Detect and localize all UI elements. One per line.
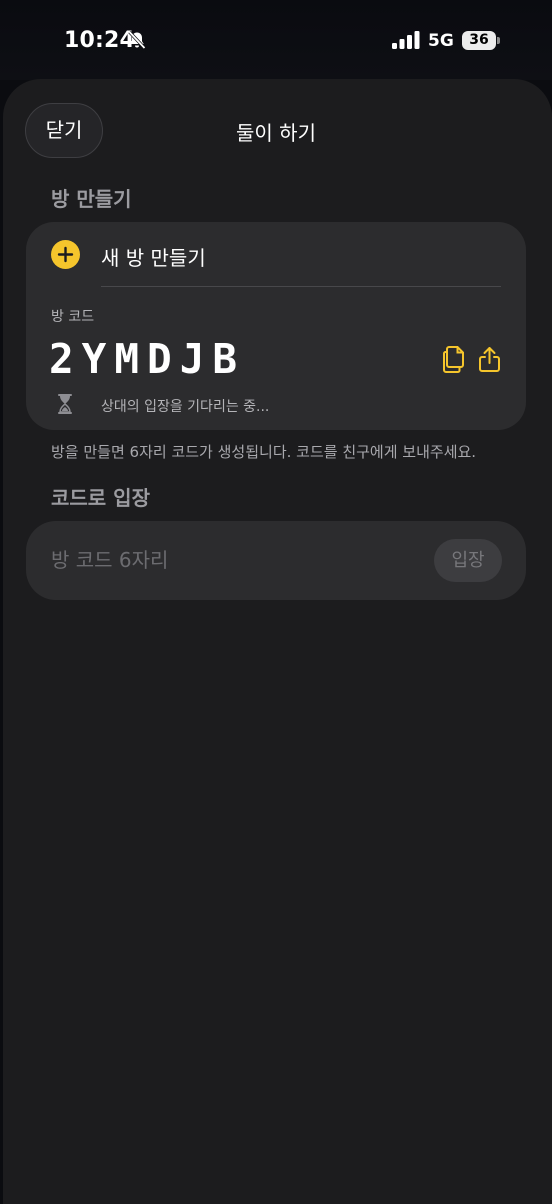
card-divider xyxy=(101,286,501,287)
status-bar: 10:24 5G 36 xyxy=(0,0,552,80)
join-button[interactable]: 입장 xyxy=(434,539,502,582)
network-type: 5G xyxy=(428,31,454,51)
copy-icon[interactable] xyxy=(442,345,466,374)
create-section-label: 방 만들기 xyxy=(51,187,132,211)
room-code-input[interactable] xyxy=(51,540,421,580)
cellular-signal-icon xyxy=(392,31,420,49)
waiting-status: 상대의 입장을 기다리는 중... xyxy=(101,399,270,415)
plus-circle-icon[interactable] xyxy=(51,240,80,269)
room-code: 2YMDJB xyxy=(49,335,246,383)
hourglass-icon xyxy=(58,394,72,414)
battery-tip xyxy=(497,37,500,44)
new-room-button[interactable]: 새 방 만들기 xyxy=(101,242,206,271)
battery-icon: 36 xyxy=(462,31,496,50)
sheet-title: 둘이 하기 xyxy=(236,121,316,145)
bell-slash-icon xyxy=(128,30,146,50)
help-text: 방을 만들면 6자리 코드가 생성됩니다. 코드를 친구에게 보내주세요. xyxy=(51,443,477,461)
status-time: 10:24 xyxy=(64,28,136,53)
room-code-caption: 방 코드 xyxy=(51,309,95,325)
join-section-label: 코드로 입장 xyxy=(51,486,150,510)
share-icon[interactable] xyxy=(478,346,501,373)
